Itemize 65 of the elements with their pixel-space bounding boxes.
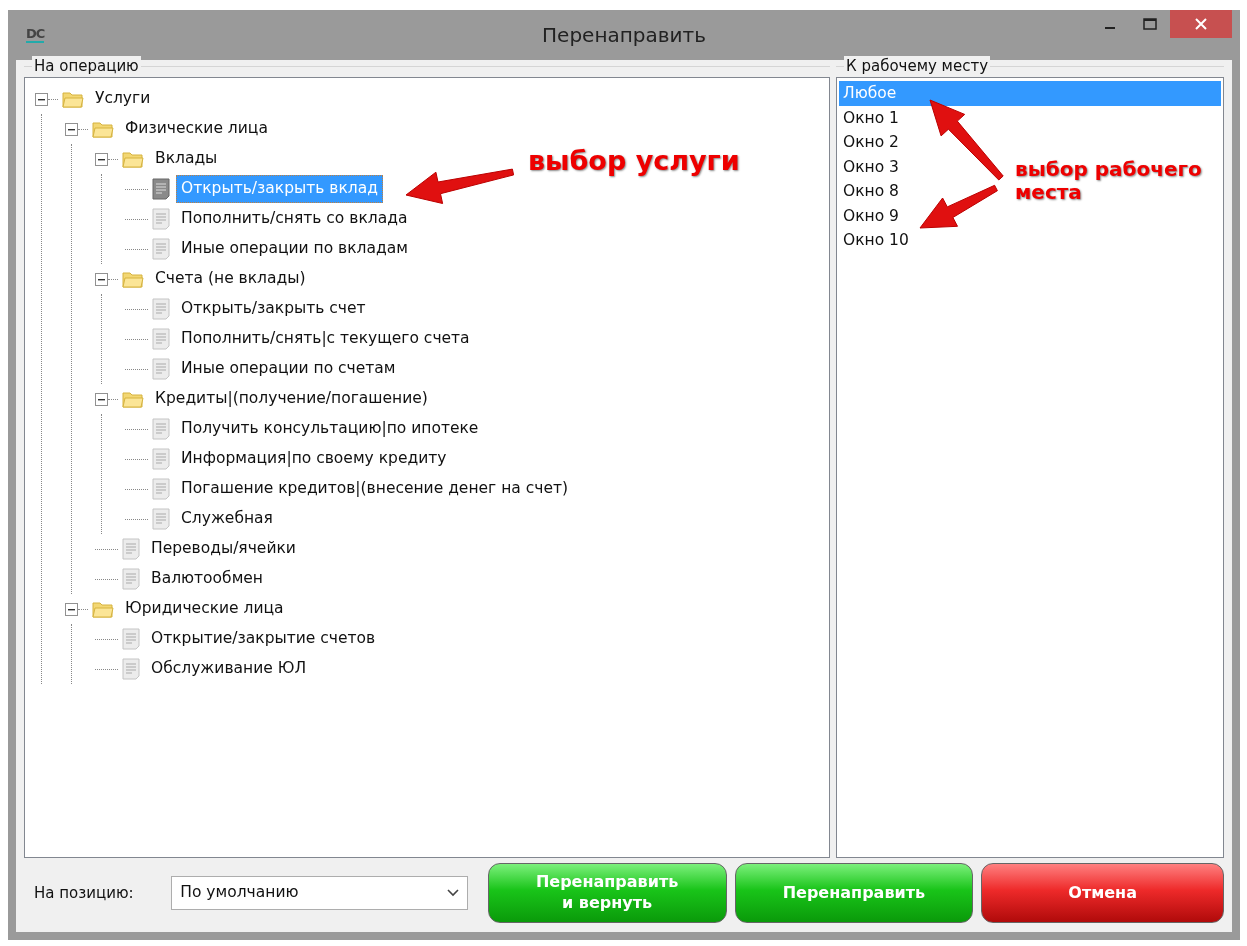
workplace-item[interactable]: Окно 9 [839,203,903,228]
annotation-text: выбор услуги [528,145,740,177]
document-icon [152,508,170,530]
app-logo: DC [26,27,45,43]
tree-item[interactable]: Открытие/закрытие счетов [146,625,381,653]
tree-item[interactable]: Служебная [176,505,278,533]
document-icon [152,328,170,350]
tree-item[interactable]: Счета (не вклады) [150,265,311,293]
collapse-toggle-icon[interactable] [95,392,108,406]
tree-item[interactable]: Открыть/закрыть счет [176,295,371,323]
tree-item[interactable]: Вклады [150,145,223,173]
tree-item[interactable]: Юридические лица [120,595,289,623]
tree-item[interactable]: Услуги [90,85,156,113]
collapse-toggle-icon[interactable] [65,122,78,136]
tree-item[interactable]: Информация|по своему кредиту [176,445,452,473]
document-icon [152,238,170,260]
group-label: На операцию [32,56,141,76]
document-icon [152,208,170,230]
collapse-toggle-icon[interactable] [65,602,78,616]
tree-item[interactable]: Переводы/ячейки [146,535,301,563]
folder-icon [122,150,144,168]
tree-item[interactable]: Погашение кредитов|(внесение денег на счет) [176,475,573,503]
collapse-toggle-icon[interactable] [95,152,108,166]
tree-item[interactable]: Пополнить/снять со вклада [176,205,413,233]
annotation-text: выбор рабочего места [1015,158,1202,204]
workplace-item[interactable]: Окно 3 [839,154,903,179]
group-label: К рабочему месту [844,56,991,76]
workplace-item[interactable]: Окно 10 [839,228,913,253]
folder-icon [92,600,114,618]
cancel-button[interactable]: Отмена [981,863,1224,923]
document-icon [122,628,140,650]
document-icon [152,448,170,470]
minimize-icon [1105,27,1115,29]
folder-icon [62,90,84,108]
close-icon [1195,18,1207,30]
document-icon [152,418,170,440]
workplace-item[interactable]: Окно 1 [839,105,903,130]
document-icon [152,298,170,320]
tree-item[interactable]: Пополнить/снять|с текущего счета [176,325,475,353]
tree-item[interactable]: Получить консультацию|по ипотеке [176,415,484,443]
tree-item[interactable]: Обслуживание ЮЛ [146,655,312,683]
document-icon [122,658,140,680]
collapse-toggle-icon[interactable] [35,92,48,106]
caret-icon [446,889,459,897]
collapse-toggle-icon[interactable] [95,272,108,286]
tree-item[interactable]: Физические лица [120,115,273,143]
workplace-item[interactable]: Окно 2 [839,130,903,155]
close-button[interactable] [1170,10,1232,38]
document-icon [152,358,170,380]
window-title: Перенаправить [542,22,706,49]
tree-item[interactable]: Кредиты|(получение/погашение) [150,385,433,413]
maximize-icon [1143,18,1157,30]
workplace-item[interactable]: Окно 8 [839,179,903,204]
document-icon [122,538,140,560]
document-icon [122,568,140,590]
tree-item[interactable]: Иные операции по вкладам [176,235,413,263]
folder-icon [122,270,144,288]
document-icon [152,478,170,500]
folder-icon [92,120,114,138]
folder-icon [122,390,144,408]
document-icon [152,178,170,200]
tree-item[interactable]: Иные операции по счетам [176,355,401,383]
position-dropdown[interactable]: По умолчанию [171,876,468,910]
position-label: На позицию: [33,882,135,904]
tree-item[interactable]: Валютообмен [146,565,268,593]
